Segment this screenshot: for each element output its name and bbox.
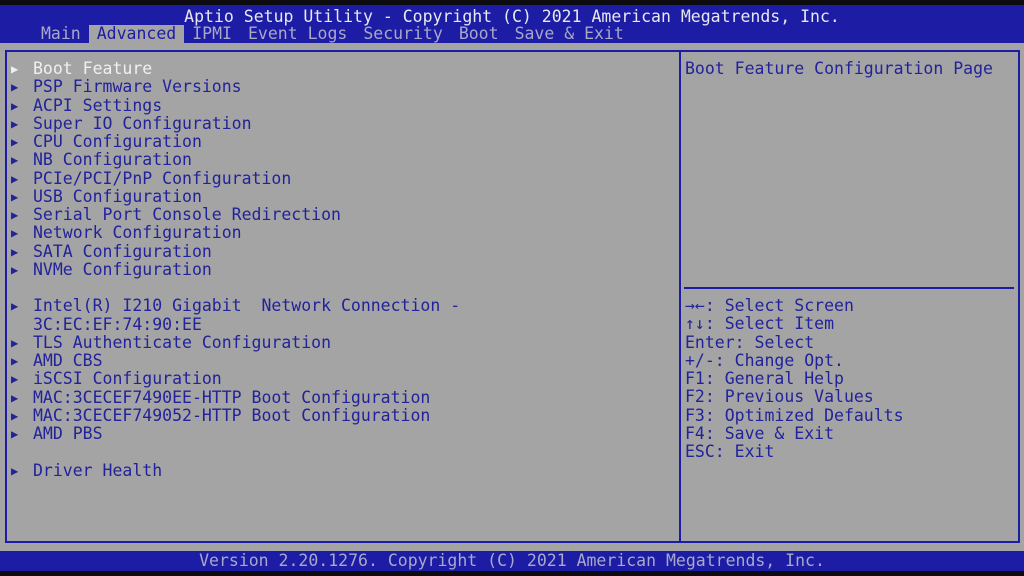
menu-item[interactable]: ▶ SATA Configuration bbox=[7, 241, 460, 261]
menu-item[interactable]: ▶ Boot Feature bbox=[7, 59, 460, 78]
menu-item-label: CPU Configuration bbox=[33, 132, 202, 151]
key-hint: →←: Select Screen bbox=[685, 296, 854, 315]
menu-item-label: SATA Configuration bbox=[33, 241, 212, 261]
menu-item-label: PCIe/PCI/PnP Configuration bbox=[33, 168, 292, 188]
key-legend: →←: Select Screen ↑↓: Select Item Enter: S… bbox=[685, 296, 904, 461]
submenu-arrow-icon: ▶ bbox=[11, 408, 19, 423]
menu-item-label: Super IO Configuration bbox=[33, 113, 252, 133]
tab-main[interactable]: Main bbox=[33, 25, 89, 43]
help-panel: Boot Feature Configuration Page →←: Sele… bbox=[680, 50, 1020, 543]
menu-panel: ▶ Boot Feature ▶ PSP Firmware Versions ▶ ACPI… bbox=[5, 50, 681, 543]
menu-item-label: NB Configuration bbox=[33, 150, 192, 170]
menu-item[interactable]: ▶ AMD CBS bbox=[7, 351, 460, 370]
submenu-arrow-icon: ▶ bbox=[11, 153, 19, 168]
menu-item-label: MAC:3CECEF749052-HTTP Boot Configuration bbox=[33, 405, 431, 425]
menu-item-label: Driver Health bbox=[33, 460, 163, 480]
menu-item-label: MAC:3CECEF7490EE-HTTP Boot Configuration bbox=[33, 387, 431, 407]
menu-item[interactable]: ▶ MAC:3CECEF7490EE-HTTP Boot Configuratio… bbox=[7, 387, 460, 407]
spacer bbox=[7, 279, 460, 297]
tab-save-exit[interactable]: Save & Exit bbox=[507, 25, 632, 43]
main-area: ▶ Boot Feature ▶ PSP Firmware Versions ▶ ACPI… bbox=[0, 43, 1024, 551]
submenu-arrow-icon: ▶ bbox=[11, 98, 19, 113]
menu-item[interactable]: ▶ Network Configuration bbox=[7, 223, 460, 243]
menu-item[interactable]: ▶ Driver Health bbox=[7, 460, 460, 480]
key-hint: F1: General Help bbox=[685, 369, 844, 388]
menu-item[interactable]: ▶ Serial Port Console Redirection bbox=[7, 205, 460, 224]
menu-item[interactable]: ▶ PCIe/PCI/PnP Configuration bbox=[7, 168, 460, 188]
menu-item[interactable]: ▶ CPU Configuration bbox=[7, 132, 460, 151]
menu-item[interactable]: ▶ Intel(R) I210 Gigabit Network Connectio… bbox=[7, 296, 461, 316]
submenu-arrow-icon: ▶ bbox=[11, 62, 19, 76]
menu-item[interactable]: ▶ USB Configuration bbox=[7, 186, 460, 206]
tab-ipmi[interactable]: IPMI bbox=[184, 25, 240, 43]
menu-item-label: iSCSI Configuration bbox=[33, 369, 222, 389]
submenu-arrow-icon bbox=[7, 443, 33, 461]
key-hint: ↑↓: Select Item bbox=[685, 314, 835, 334]
submenu-arrow-icon: ▶ bbox=[11, 427, 19, 441]
submenu-arrow-icon bbox=[7, 316, 33, 334]
menu-item-label: Intel(R) I210 Gigabit Network Connection… bbox=[33, 296, 461, 316]
submenu-arrow-icon: ▶ bbox=[11, 208, 19, 222]
menu-item-label: ACPI Settings bbox=[33, 95, 163, 115]
key-hint: F3: Optimized Defaults bbox=[685, 405, 904, 425]
menu-item[interactable]: ▶ ACPI Settings bbox=[7, 95, 460, 115]
menu-item[interactable]: ▶ PSP Firmware Versions bbox=[7, 77, 460, 97]
submenu-arrow-icon bbox=[7, 279, 33, 297]
footer: Version 2.20.1276. Copyright (C) 2021 Am… bbox=[0, 551, 1024, 571]
header-bar: Aptio Setup Utility - Copyright (C) 2021… bbox=[0, 5, 1024, 43]
submenu-arrow-icon: ▶ bbox=[11, 299, 19, 314]
submenu-arrow-icon: ▶ bbox=[11, 116, 19, 131]
menu-item-label: AMD CBS bbox=[33, 351, 103, 370]
menu-item-label: USB Configuration bbox=[33, 186, 202, 206]
menu-item: 3C:EC:EF:74:90:EE bbox=[7, 314, 460, 334]
submenu-arrow-icon: ▶ bbox=[11, 390, 19, 405]
menu-item[interactable]: ▶ NB Configuration bbox=[7, 150, 460, 170]
menu-item-label: Boot Feature bbox=[33, 59, 153, 78]
help-text: Boot Feature Configuration Page bbox=[685, 59, 993, 78]
key-hint: +/-: Change Opt. bbox=[685, 350, 844, 370]
submenu-arrow-icon: ▶ bbox=[11, 189, 19, 204]
spacer bbox=[7, 443, 460, 461]
menu-item-label: 3C:EC:EF:74:90:EE bbox=[33, 314, 202, 334]
submenu-arrow-icon: ▶ bbox=[11, 226, 19, 241]
submenu-arrow-icon: ▶ bbox=[11, 372, 19, 387]
submenu-arrow-icon: ▶ bbox=[11, 463, 19, 478]
menu-item-label: TLS Authenticate Configuration bbox=[33, 332, 332, 352]
key-hint: F2: Previous Values bbox=[685, 387, 874, 407]
menu-item-label: Serial Port Console Redirection bbox=[33, 205, 341, 224]
tab-advanced[interactable]: Advanced bbox=[88, 25, 185, 43]
menu-item[interactable]: ▶ TLS Authenticate Configuration bbox=[7, 332, 460, 352]
tab-event-logs[interactable]: Event Logs bbox=[240, 25, 355, 43]
menu-item-label: AMD PBS bbox=[33, 424, 103, 443]
submenu-arrow-icon: ▶ bbox=[11, 80, 19, 95]
key-hint: F4: Save & Exit bbox=[685, 423, 835, 443]
menu-item[interactable]: ▶ AMD PBS bbox=[7, 424, 460, 443]
menu-item[interactable]: ▶ MAC:3CECEF749052-HTTP Boot Configuratio… bbox=[7, 405, 460, 425]
menu-item-label: Network Configuration bbox=[33, 223, 242, 243]
submenu-arrow-icon: ▶ bbox=[11, 335, 19, 350]
key-hint: ESC: Exit bbox=[685, 442, 775, 461]
tab-bar: Main Advanced IPMI Event Logs Security Boot Sa… bbox=[33, 25, 632, 43]
menu-item-label: NVMe Configuration bbox=[33, 259, 212, 279]
menu-list: ▶ Boot Feature ▶ PSP Firmware Versions ▶ ACPI… bbox=[7, 59, 461, 480]
menu-item[interactable]: ▶ iSCSI Configuration bbox=[7, 369, 460, 389]
tab-security[interactable]: Security bbox=[355, 25, 450, 43]
divider bbox=[684, 287, 1014, 289]
submenu-arrow-icon: ▶ bbox=[11, 354, 19, 368]
submenu-arrow-icon: ▶ bbox=[11, 262, 19, 277]
menu-item[interactable]: ▶ NVMe Configuration bbox=[7, 259, 460, 279]
tab-boot[interactable]: Boot bbox=[451, 25, 507, 43]
menu-item[interactable]: ▶ Super IO Configuration bbox=[7, 113, 460, 133]
key-hint: Enter: Select bbox=[685, 332, 815, 352]
submenu-arrow-icon: ▶ bbox=[11, 135, 19, 149]
submenu-arrow-icon: ▶ bbox=[11, 171, 19, 186]
menu-item-label: PSP Firmware Versions bbox=[33, 77, 242, 97]
submenu-arrow-icon: ▶ bbox=[11, 244, 19, 259]
